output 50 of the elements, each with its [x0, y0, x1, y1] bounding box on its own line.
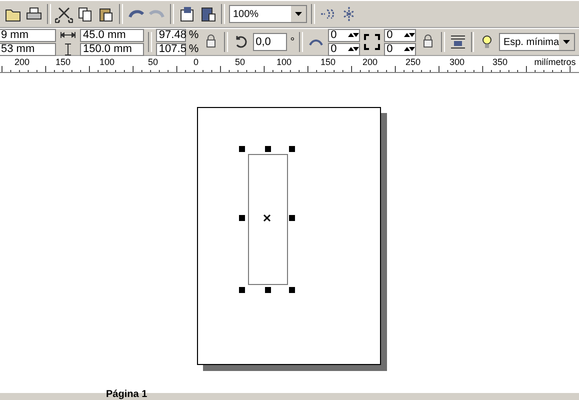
ruler-label: 100 — [99, 57, 115, 67]
selection-handle[interactable] — [289, 215, 295, 221]
center-cross-icon — [263, 214, 271, 222]
ruler-label: 200 — [362, 57, 378, 67]
ruler-label: 100 — [276, 57, 292, 67]
corner-field[interactable]: 0 — [384, 28, 416, 42]
corner-field[interactable]: 0 — [384, 42, 416, 56]
corner-field[interactable]: 0 — [328, 42, 360, 56]
selection-handle[interactable] — [239, 215, 245, 221]
corner-field[interactable]: 0 — [328, 28, 360, 42]
import-icon[interactable] — [178, 5, 196, 23]
spinner-arrows-icon[interactable] — [402, 32, 415, 38]
corner-brackets-icon[interactable] — [362, 33, 381, 51]
ruler-label: 150 — [320, 57, 336, 67]
ruler-label: 250 — [405, 57, 421, 67]
x-position-field[interactable]: 9 mm — [0, 28, 56, 42]
selection-handle[interactable] — [289, 146, 295, 152]
zoom-dropdown[interactable]: 100% — [229, 5, 307, 23]
scale-x-field[interactable]: 97.48 — [156, 28, 186, 42]
spinner-arrows-icon[interactable] — [346, 46, 359, 52]
spinner-arrows-icon[interactable] — [346, 32, 359, 38]
ruler-label: 350 — [492, 57, 508, 67]
ruler-label: 0 — [194, 57, 198, 67]
selection-handle[interactable] — [239, 146, 245, 152]
spinner-arrows-icon[interactable] — [402, 46, 415, 52]
selection-handle[interactable] — [289, 287, 295, 293]
width-field[interactable]: 45.0 mm — [80, 28, 144, 42]
degree-label: ° — [290, 36, 295, 48]
rotation-field[interactable]: 0,0 — [252, 33, 288, 51]
ruler-unit-label: milímetros — [534, 57, 576, 67]
rectangle-shape[interactable] — [248, 154, 288, 285]
text-wrap-icon[interactable] — [448, 33, 467, 51]
scissors-icon[interactable] — [55, 5, 73, 23]
ruler-label: 300 — [449, 57, 465, 67]
ruler-label: 200 — [14, 57, 30, 67]
ruler-label: 50 — [148, 57, 158, 67]
selection-handle[interactable] — [265, 146, 271, 152]
ruler-label: 50 — [235, 57, 245, 67]
page-tab[interactable]: Página 1 — [106, 390, 148, 400]
selection-handle[interactable] — [265, 287, 271, 293]
wrap-dropdown[interactable]: Esp. mínima — [499, 33, 576, 51]
ruler-label: 150 — [55, 57, 71, 67]
percent-label: % — [188, 42, 199, 56]
selection-handle[interactable] — [239, 287, 245, 293]
export-icon[interactable] — [199, 5, 217, 23]
height-field[interactable]: 150.0 mm — [80, 42, 144, 56]
percent-label: % — [188, 28, 199, 42]
copy-icon[interactable] — [76, 5, 94, 23]
scale-y-field[interactable]: 107.5 — [156, 42, 186, 56]
y-position-field[interactable]: 53 mm — [0, 42, 56, 56]
